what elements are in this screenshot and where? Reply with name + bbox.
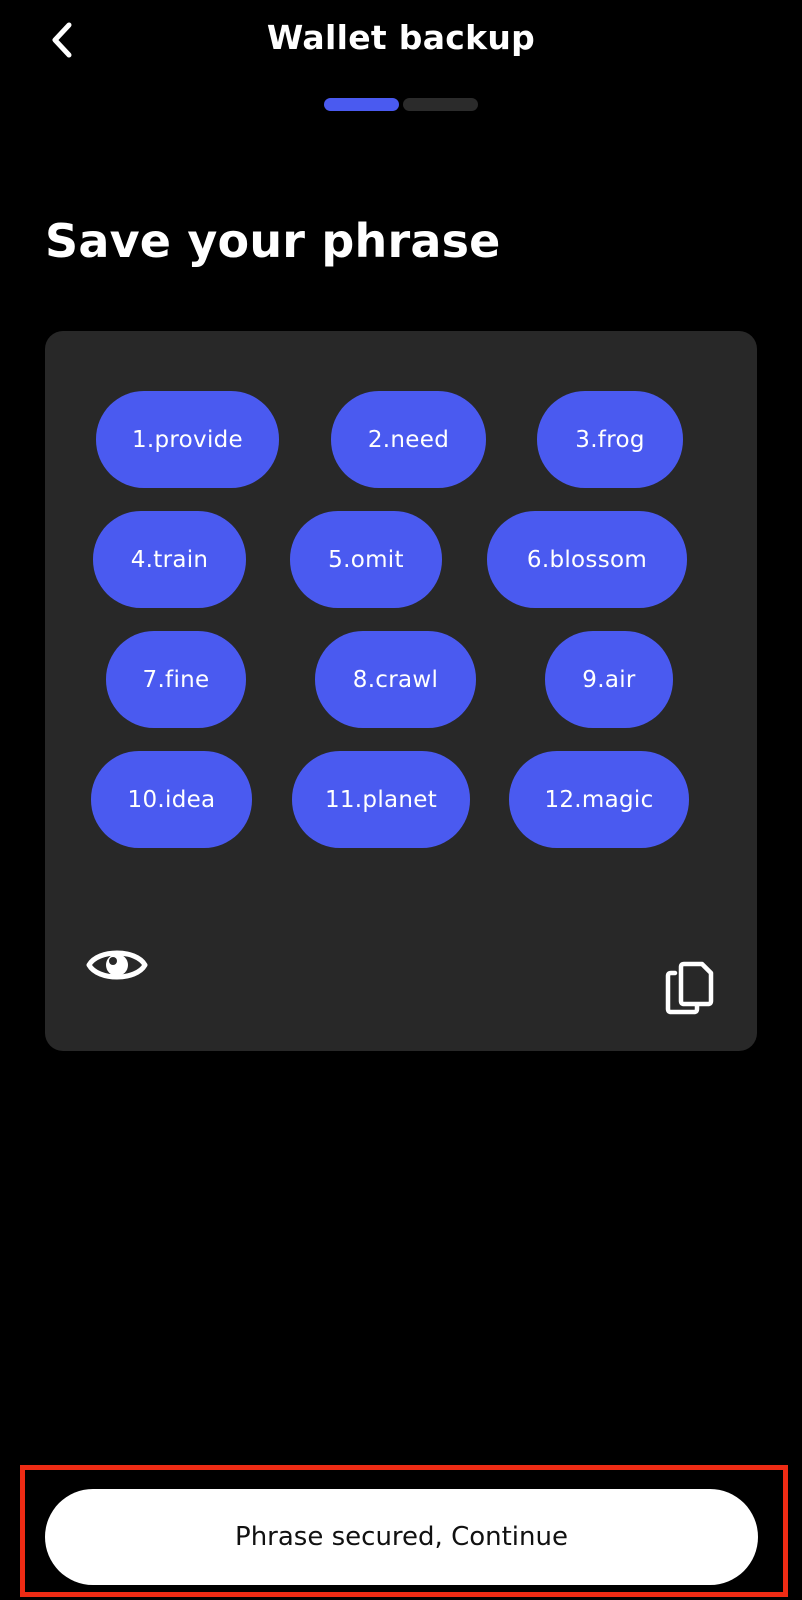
app-header: Wallet backup xyxy=(0,0,802,80)
phrase-word-chip: 8.crawl xyxy=(315,631,476,728)
phrase-word-chip: 7.fine xyxy=(106,631,246,728)
recovery-phrase-card: 1.provide 2.need 3.frog 4.train 5.omit 6… xyxy=(45,331,757,1051)
phrase-word-chip: 12.magic xyxy=(509,751,689,848)
phrase-word-chip: 4.train xyxy=(93,511,246,608)
phrase-word-chip: 10.idea xyxy=(91,751,252,848)
copy-icon xyxy=(665,961,714,1015)
page-title: Save your phrase xyxy=(45,214,501,268)
phrase-word-chip: 5.omit xyxy=(290,511,442,608)
phrase-word-chip: 6.blossom xyxy=(487,511,687,608)
step-progress-bar xyxy=(324,98,478,111)
progress-step-1 xyxy=(324,98,399,111)
copy-phrase-button[interactable] xyxy=(662,959,716,1017)
phrase-word-chip: 1.provide xyxy=(96,391,279,488)
phrase-word-chip: 2.need xyxy=(331,391,486,488)
eye-icon xyxy=(86,950,148,980)
header-title: Wallet backup xyxy=(266,18,536,57)
progress-step-2 xyxy=(403,98,478,111)
continue-button[interactable]: Phrase secured, Continue xyxy=(45,1489,758,1585)
phrase-word-chip: 11.planet xyxy=(292,751,470,848)
phrase-word-chip: 9.air xyxy=(545,631,673,728)
reveal-phrase-button[interactable] xyxy=(85,939,149,991)
phrase-word-chip: 3.frog xyxy=(537,391,683,488)
